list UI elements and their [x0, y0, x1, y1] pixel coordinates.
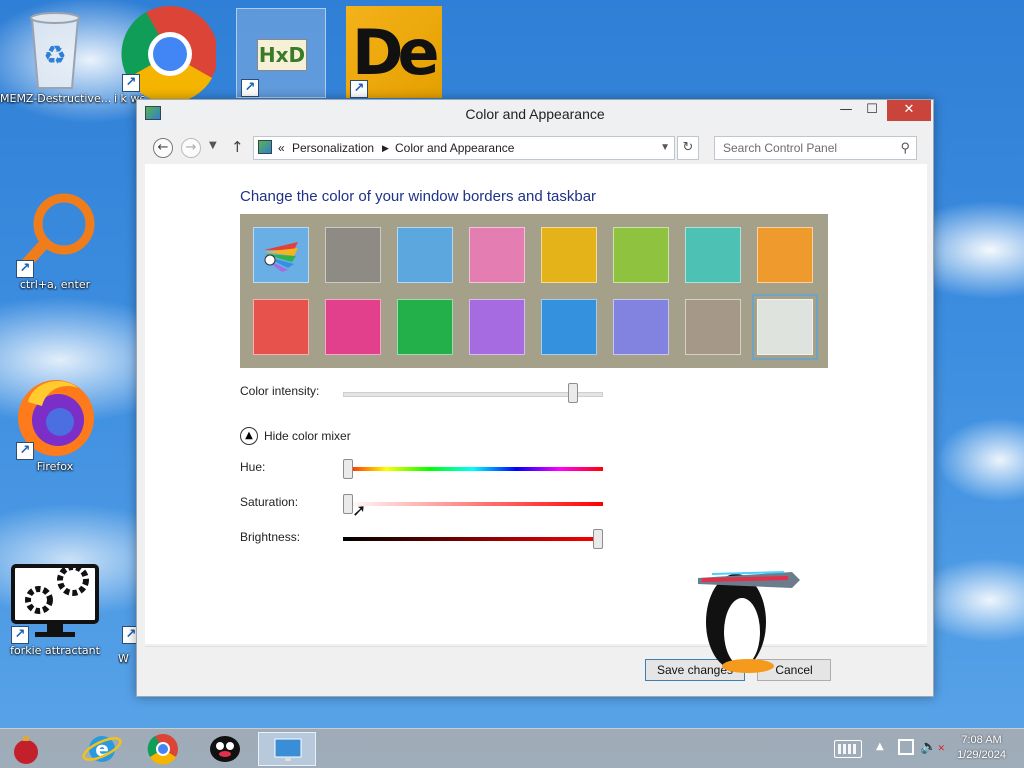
breadcrumb-color-appearance[interactable]: Color and Appearance [395, 141, 514, 155]
color-swatch[interactable] [685, 227, 741, 283]
color-swatch[interactable] [613, 299, 669, 355]
svg-text:♻: ♻ [43, 41, 66, 71]
main-content: Change the color of your window borders … [145, 164, 927, 644]
firefox-icon: ↗ [12, 372, 98, 460]
address-prefix: « [278, 141, 285, 155]
clock-date: 1/29/2024 [957, 749, 1006, 761]
shortcut-arrow-icon: ↗ [16, 442, 34, 460]
de-app-icon: De ↗ [346, 6, 442, 98]
color-swatch[interactable] [685, 299, 741, 355]
close-button[interactable]: ✕ [887, 100, 931, 121]
hue-track[interactable] [343, 467, 603, 471]
color-swatch-panel [240, 214, 828, 368]
maximize-button[interactable]: ☐ [859, 100, 885, 121]
desktop-icon-label: W [118, 652, 129, 665]
up-arrow-icon[interactable]: ↑ [231, 138, 244, 156]
color-swatch[interactable] [757, 227, 813, 283]
control-panel-icon[interactable] [258, 732, 316, 766]
ornament-icon[interactable] [2, 732, 48, 766]
penguin-sprite-icon [692, 552, 804, 676]
title-bar[interactable]: Color and Appearance — ☐ ✕ [137, 100, 933, 130]
page-heading: Change the color of your window borders … [240, 188, 597, 205]
system-clock[interactable]: 7:08 AM 1/29/2024 [957, 733, 1006, 763]
desktop-icon-recycle-bin[interactable]: ♻ MEMZ-Destructive... [0, 4, 110, 105]
recent-pages-chevron-icon[interactable]: ▼ [209, 140, 217, 151]
desktop-icon-label: MEMZ-Destructive... [0, 92, 110, 105]
desktop-icon-label: forkie attractant [10, 644, 100, 657]
color-swatch[interactable] [325, 299, 381, 355]
internet-explorer-icon[interactable]: e [72, 732, 130, 766]
refresh-icon[interactable]: ↻ [677, 136, 699, 160]
navigation-bar: ← → ▼ ↑ « Personalization ▶ Color and Ap… [145, 134, 925, 162]
magnifier-icon: ↗ [12, 190, 98, 278]
color-swatch[interactable] [541, 299, 597, 355]
hide-color-mixer-link[interactable]: Hide color mixer [264, 429, 351, 443]
minimize-button[interactable]: — [833, 100, 859, 121]
address-dropdown-icon[interactable]: ▼ [660, 142, 670, 153]
color-swatch[interactable] [253, 299, 309, 355]
shortcut-arrow-icon: ↗ [350, 80, 368, 98]
automatic-color-swatch[interactable] [253, 227, 309, 283]
control-panel-icon [258, 140, 272, 154]
footer-bar: Save changes Cancel [145, 646, 927, 690]
penguin-app-icon[interactable] [196, 732, 254, 766]
color-intensity-thumb[interactable] [568, 383, 578, 403]
keyboard-icon[interactable] [834, 740, 862, 758]
shortcut-arrow-icon: ↗ [241, 79, 259, 97]
color-swatch[interactable] [752, 294, 818, 360]
color-swatch[interactable] [397, 227, 453, 283]
hue-label: Hue: [240, 460, 266, 474]
hue-thumb[interactable] [343, 459, 353, 479]
color-swatch[interactable] [613, 227, 669, 283]
desktop-icon-firefox[interactable]: ↗ Firefox [0, 372, 110, 473]
search-placeholder: Search Control Panel [723, 141, 838, 155]
color-swatch[interactable] [325, 227, 381, 283]
color-swatch[interactable] [397, 299, 453, 355]
color-swatch[interactable] [469, 299, 525, 355]
color-palette-icon [264, 242, 298, 272]
desktop-icon-generic[interactable]: ↗ W [118, 620, 140, 665]
chrome-icon[interactable] [134, 732, 192, 766]
clock-time: 7:08 AM [961, 734, 1002, 746]
desktop-icon-label: Firefox [36, 460, 74, 473]
recycle-bin-icon: ♻ [12, 4, 98, 90]
desktop-icon-hxd[interactable]: HxD ↗ [236, 8, 326, 98]
forward-arrow-icon[interactable]: → [181, 138, 201, 158]
volume-muted-icon[interactable]: 🔈✕ [920, 739, 945, 755]
brightness-thumb[interactable] [593, 529, 603, 549]
shortcut-arrow-icon: ↗ [11, 626, 29, 644]
mouse-cursor-icon: ➚ [352, 501, 367, 521]
desktop: ♻ MEMZ-Destructive... ↗ i k we HxD ↗ De … [0, 0, 1024, 768]
color-swatch[interactable] [469, 227, 525, 283]
desktop-icon-forkie[interactable]: ↗ forkie attractant [0, 556, 110, 657]
shortcut-arrow-icon: ↗ [16, 260, 34, 278]
back-arrow-icon[interactable]: ← [153, 138, 173, 158]
desktop-icon-magnifier[interactable]: ↗ ctrl+a, enter [0, 190, 110, 291]
address-bar[interactable]: « Personalization ▶ Color and Appearance… [253, 136, 675, 160]
brightness-label: Brightness: [240, 530, 301, 544]
collapse-chevron-icon[interactable]: ▲ [240, 427, 258, 445]
window-title: Color and Appearance [465, 106, 605, 122]
hxd-icon: HxD ↗ [236, 8, 326, 98]
chrome-icon: ↗ [116, 4, 218, 103]
taskbar: e ▲ 🔈✕ 7:08 AM 1/29/2024 [0, 728, 1024, 768]
breadcrumb-separator-icon: ▶ [382, 143, 389, 153]
breadcrumb-personalization[interactable]: Personalization [292, 141, 374, 155]
search-input[interactable]: Search Control Panel ⚲ [714, 136, 917, 160]
brightness-track[interactable] [343, 537, 603, 541]
desktop-icon-de-app[interactable]: De ↗ [346, 6, 442, 98]
settings-monitor-icon: ↗ [7, 556, 103, 644]
shortcut-arrow-icon: ↗ [122, 74, 140, 92]
desktop-icon-chrome[interactable]: ↗ i k we [114, 4, 218, 105]
saturation-label: Saturation: [240, 495, 299, 509]
saturation-track[interactable] [343, 502, 603, 506]
color-swatch[interactable] [541, 227, 597, 283]
network-icon[interactable] [898, 739, 914, 755]
search-icon: ⚲ [900, 140, 910, 155]
chevron-up-icon[interactable]: ▲ [876, 741, 884, 752]
color-appearance-window: Color and Appearance — ☐ ✕ ← → ▼ ↑ « Per… [136, 99, 934, 697]
color-intensity-track[interactable] [343, 392, 603, 397]
desktop-icon-label: ctrl+a, enter [19, 278, 91, 291]
color-intensity-label: Color intensity: [240, 384, 320, 398]
